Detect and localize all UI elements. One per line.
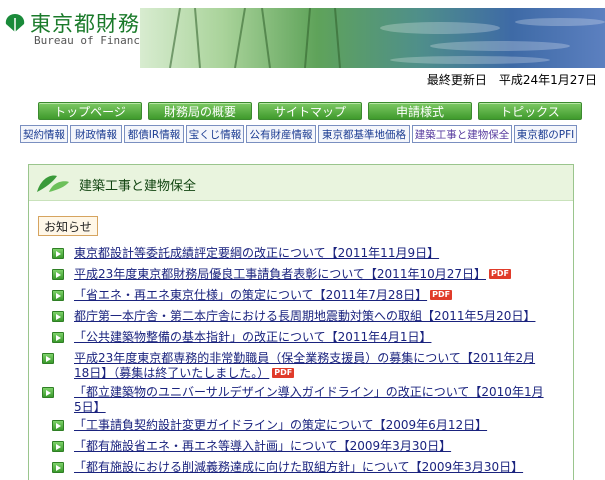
news-link[interactable]: 「工事請負契約設計変更ガイドライン」の策定について【2009年6月12日】 (74, 418, 487, 433)
nav-overview[interactable]: 財務局の概要 (148, 102, 252, 120)
subnav-land-price[interactable]: 東京都基準地価格 (318, 125, 410, 143)
arrow-bullet-icon (42, 387, 54, 398)
main-nav: トップページ 財務局の概要 サイトマップ 申請様式 トピックス (38, 102, 598, 122)
tokyo-ginkgo-icon (5, 14, 25, 32)
nav-topics[interactable]: トピックス (478, 102, 582, 120)
header-banner-image (140, 8, 605, 68)
nav-top-page[interactable]: トップページ (38, 102, 142, 120)
site-header: 東京都財務局 Bureau of Finance 最終更新日 平成24年1月27… (0, 0, 605, 87)
notice-label: お知らせ (38, 216, 98, 236)
arrow-bullet-icon (52, 441, 64, 452)
section-title: 建築工事と建物保全 (79, 179, 197, 194)
news-link[interactable]: 「都有施設における削減義務達成に向けた取組方針」について【2009年3月30日】 (74, 460, 523, 475)
last-updated-date: 最終更新日 平成24年1月27日 (426, 73, 597, 87)
news-link[interactable]: 「都立建築物のユニバーサルデザイン導入ガイドライン」の改正について【2010年1… (74, 385, 550, 415)
arrow-bullet-icon (52, 311, 64, 322)
sub-nav: 契約情報 財政情報 都債IR情報 宝くじ情報 公有財産情報 東京都基準地価格 建… (20, 125, 605, 145)
news-link[interactable]: 「公共建築物整備の基本指針」の改正について【2011年4月1日】 (74, 330, 431, 345)
news-link[interactable]: 平成23年度東京都財務局優良工事請負者表彰について【2011年10月27日】 (74, 267, 486, 281)
news-link[interactable]: 平成23年度東京都専務的非常勤職員（保全業務支援員）の募集について【2011年2… (74, 351, 535, 380)
section-header: 建築工事と建物保全 (29, 165, 573, 201)
subnav-bond-ir[interactable]: 都債IR情報 (124, 125, 184, 143)
pdf-icon[interactable]: PDF (272, 368, 295, 378)
arrow-bullet-icon (52, 248, 64, 259)
news-link[interactable]: 「都有施設省エネ・再エネ等導入計画」について【2009年3月30日】 (74, 439, 451, 454)
pdf-icon[interactable]: PDF (430, 290, 453, 300)
logo-subtitle: Bureau of Finance (34, 34, 147, 47)
news-link[interactable]: 「省エネ・再エネ東京仕様」の策定について【2011年7月28日】 (74, 288, 427, 302)
news-link[interactable]: 東京都設計等委託成績評定要綱の改正について【2011年11月9日】 (74, 246, 439, 261)
leaf-icon (37, 175, 69, 192)
subnav-pfi[interactable]: 東京都のPFI (514, 125, 577, 143)
subnav-contracts[interactable]: 契約情報 (20, 125, 68, 143)
nav-sitemap[interactable]: サイトマップ (258, 102, 362, 120)
arrow-bullet-icon (42, 353, 54, 364)
subnav-fiscal[interactable]: 財政情報 (70, 125, 122, 143)
subnav-lottery[interactable]: 宝くじ情報 (186, 125, 244, 143)
subnav-public-property[interactable]: 公有財産情報 (246, 125, 316, 143)
news-link[interactable]: 都庁第一本庁舎・第二本庁舎における長周期地震動対策への取組【2011年5月20日… (74, 309, 535, 324)
arrow-bullet-icon (52, 420, 64, 431)
arrow-bullet-icon (52, 290, 64, 301)
subnav-construction[interactable]: 建築工事と建物保全 (412, 125, 512, 143)
arrow-bullet-icon (52, 332, 64, 343)
arrow-bullet-icon (52, 269, 64, 280)
pdf-icon[interactable]: PDF (489, 269, 511, 279)
arrow-bullet-icon (52, 462, 64, 473)
nav-forms[interactable]: 申請様式 (368, 102, 472, 120)
site-logo[interactable]: 東京都財務局 Bureau of Finance (4, 8, 161, 48)
